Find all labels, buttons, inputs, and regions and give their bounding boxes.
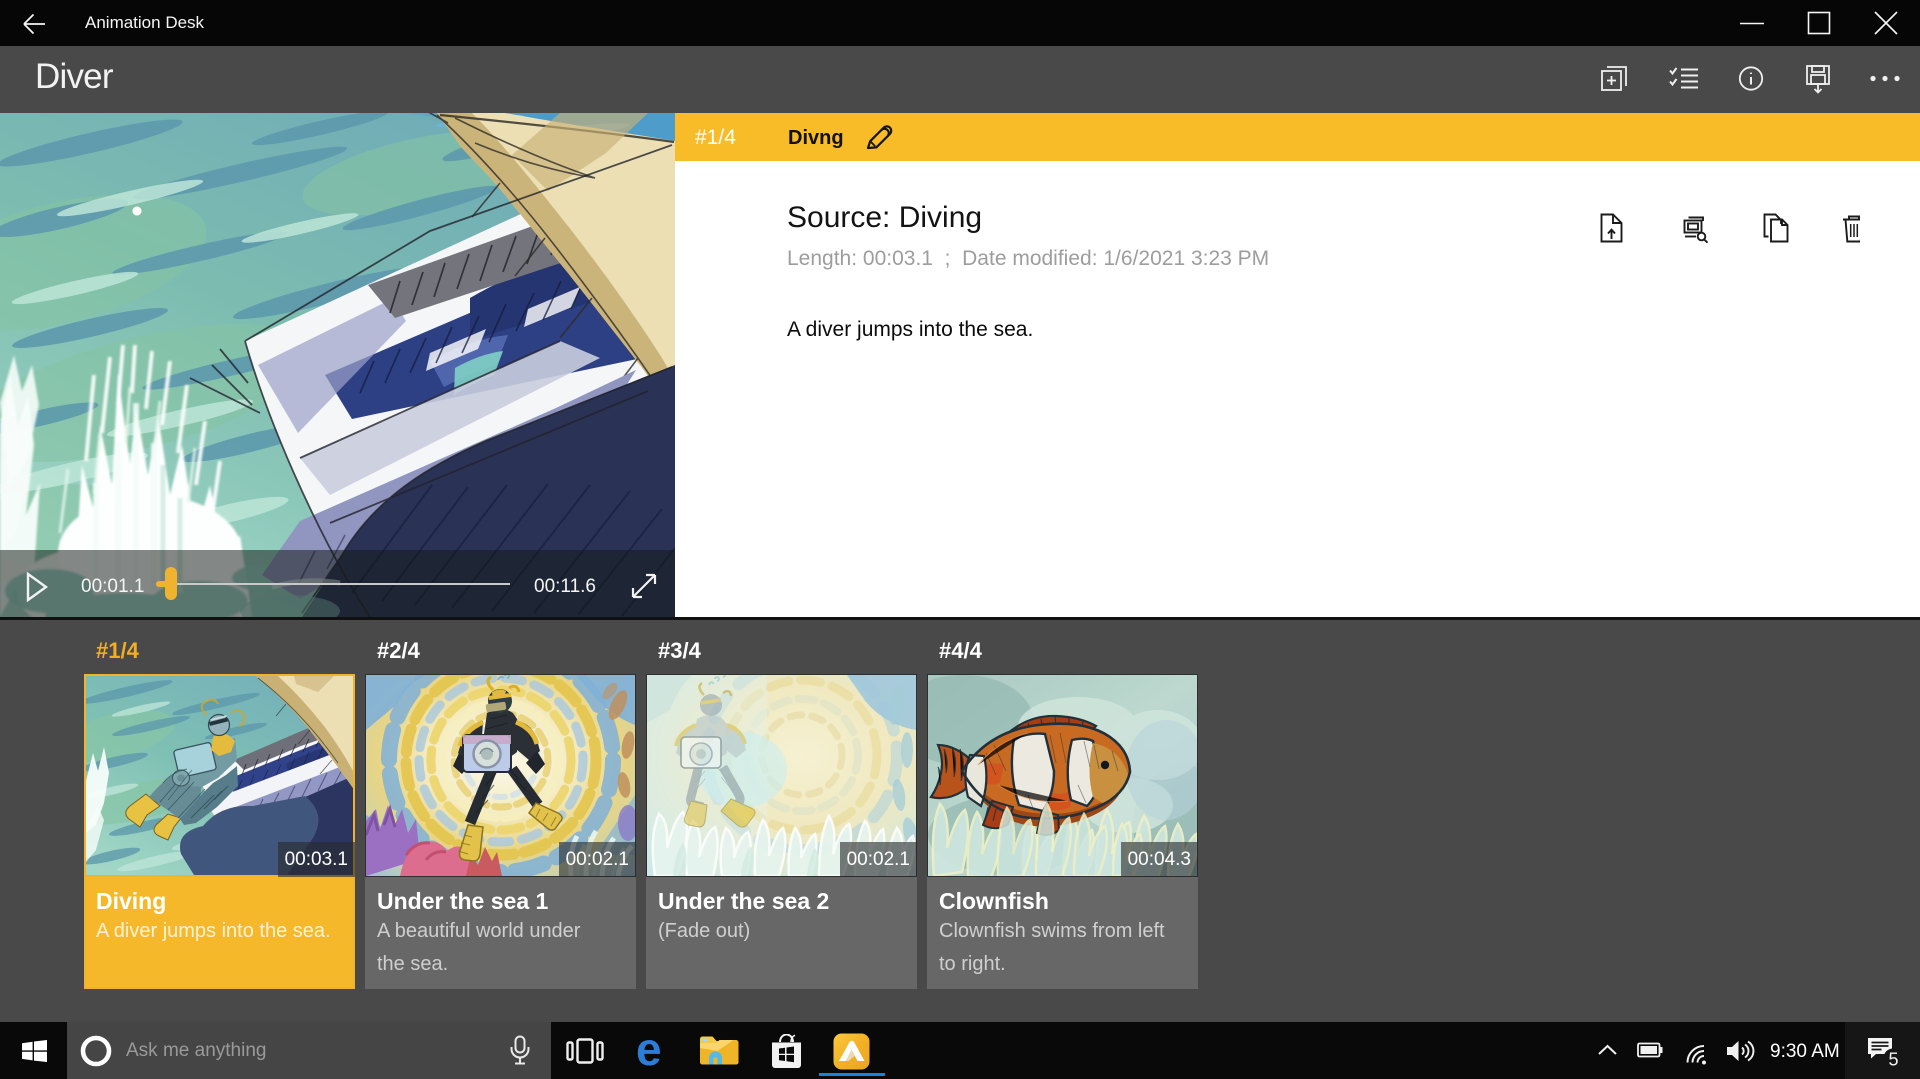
svg-text:e: e	[636, 1023, 662, 1075]
svg-text:5: 5	[1889, 1050, 1899, 1070]
